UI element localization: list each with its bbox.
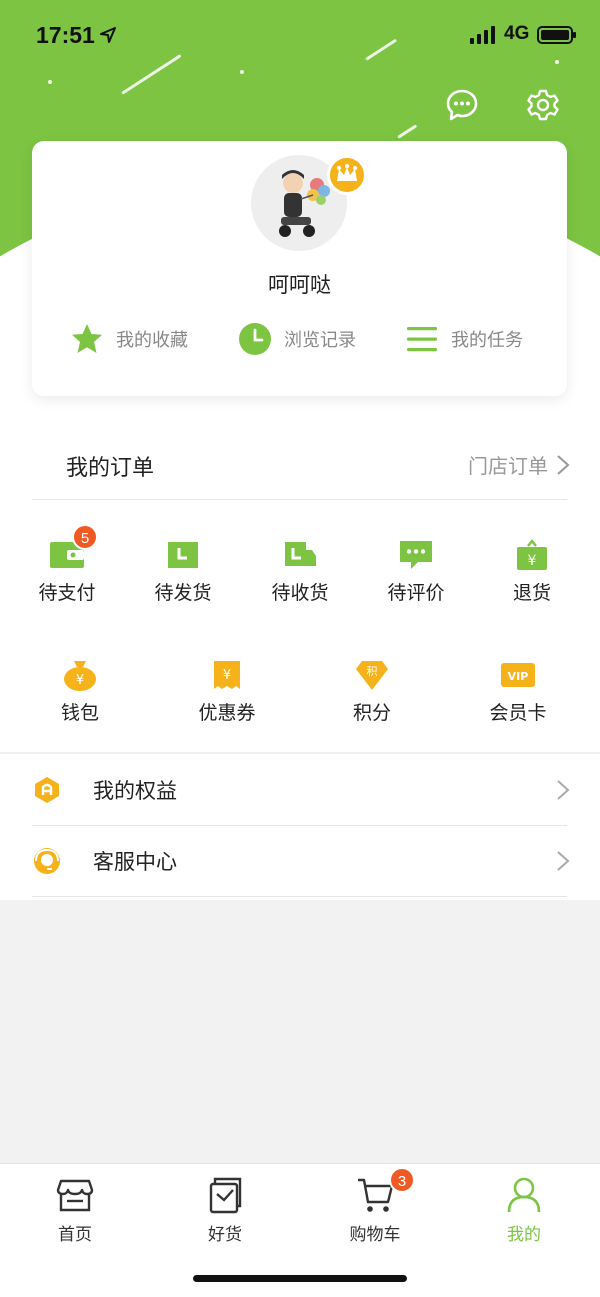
tab-cart-label: 购物车: [349, 1225, 401, 1245]
money-bag-icon: ¥: [64, 661, 96, 691]
tab-home-label: 首页: [58, 1225, 92, 1245]
returns-label: 退货: [512, 582, 551, 604]
chevron-right-icon: [557, 454, 570, 475]
vip-card-entry[interactable]: VIP 会员卡: [468, 658, 568, 725]
points-entry[interactable]: 积 积分: [322, 658, 422, 725]
svg-text:积: 积: [367, 665, 378, 678]
my-benefits-label: 我的权益: [93, 779, 177, 803]
status-bar: 17:51 4G: [0, 0, 600, 72]
benefits-icon: [35, 777, 59, 803]
network-type: 4G: [504, 23, 530, 44]
tab-profile[interactable]: 我的: [464, 1176, 584, 1245]
pending-payment-label: 待支付: [38, 582, 96, 604]
chevron-right-icon: [557, 780, 570, 800]
store-orders-link[interactable]: 门店订单: [468, 450, 570, 479]
my-orders-header: 我的订单 门店订单: [0, 430, 600, 500]
store-orders-label: 门店订单: [468, 454, 548, 478]
my-benefits-row[interactable]: 我的权益: [0, 755, 600, 825]
divider: [32, 499, 567, 500]
decorative-star: [48, 80, 52, 84]
goods-icon: [209, 1177, 242, 1214]
cellular-signal-icon: [470, 26, 495, 44]
customer-service-label: 客服中心: [93, 850, 177, 874]
decorative-streak: [397, 124, 418, 139]
pending-review-label: 待评价: [387, 582, 445, 604]
vip-card-icon: VIP: [501, 663, 535, 687]
tab-profile-label: 我的: [507, 1225, 541, 1245]
settings-gear-icon[interactable]: [526, 88, 560, 122]
tab-cart[interactable]: 购物车: [315, 1176, 435, 1245]
svg-text:¥: ¥: [76, 673, 84, 688]
vip-card-label: 会员卡: [489, 702, 547, 724]
tasks-link[interactable]: 我的任务: [405, 319, 523, 359]
wallet-label: 钱包: [60, 702, 99, 724]
section-separator: [0, 752, 600, 754]
profile-icon: [507, 1177, 541, 1213]
order-pending-receipt[interactable]: 待收货: [250, 538, 350, 605]
order-pending-payment[interactable]: 待支付: [17, 538, 117, 605]
clock-icon: [239, 323, 271, 355]
pending-shipment-label: 待发货: [154, 582, 212, 604]
battery-icon: [537, 26, 576, 44]
points-label: 积分: [352, 702, 391, 724]
tab-home[interactable]: 首页: [15, 1176, 135, 1245]
svg-text:VIP: VIP: [508, 670, 529, 683]
pending-payment-badge: 5: [72, 524, 98, 550]
chevron-right-icon: [557, 851, 570, 871]
store-icon: [56, 1179, 94, 1212]
svg-text:¥: ¥: [528, 553, 537, 569]
svg-text:¥: ¥: [223, 668, 231, 683]
status-time: 17:51: [36, 22, 95, 48]
home-indicator: [193, 1275, 407, 1282]
username: 呵呵哒: [268, 273, 331, 297]
comment-icon: [400, 541, 432, 569]
favorites-label: 我的收藏: [116, 330, 188, 351]
profile-screen: 17:51 4G 呵呵哒 我的收藏 浏览记录 我的任务 我的订单 门店订单 待支…: [0, 0, 600, 1297]
history-label: 浏览记录: [284, 330, 356, 351]
list-icon: [407, 327, 437, 352]
divider: [32, 896, 567, 897]
coupon-entry[interactable]: ¥ 优惠券: [177, 658, 277, 725]
order-pending-review[interactable]: 待评价: [366, 538, 466, 605]
tab-goods[interactable]: 好货: [165, 1176, 285, 1245]
history-link[interactable]: 浏览记录: [238, 319, 356, 359]
vip-crown-badge: [327, 155, 367, 195]
my-orders-title: 我的订单: [66, 456, 155, 481]
tab-goods-label: 好货: [208, 1225, 242, 1245]
coupon-icon: ¥: [214, 661, 240, 689]
profile-card: 呵呵哒 我的收藏 浏览记录 我的任务: [32, 141, 567, 396]
coupon-label: 优惠券: [198, 702, 256, 724]
customer-service-row[interactable]: 客服中心: [0, 826, 600, 896]
favorites-link[interactable]: 我的收藏: [70, 319, 188, 359]
tasks-label: 我的任务: [451, 330, 523, 351]
truck-icon: [285, 542, 316, 566]
star-icon: [72, 324, 102, 353]
points-icon: 积: [356, 661, 388, 690]
cart-count-badge: 3: [389, 1167, 415, 1193]
refund-icon: ¥: [517, 538, 547, 570]
box-icon: [168, 542, 198, 568]
crown-icon: [337, 164, 357, 181]
location-arrow-icon: [100, 27, 116, 43]
message-icon[interactable]: [445, 88, 479, 122]
wallet-entry[interactable]: ¥ 钱包: [30, 658, 130, 725]
customer-service-icon: [34, 848, 60, 874]
pending-receipt-label: 待收货: [271, 582, 329, 604]
order-returns[interactable]: ¥ 退货: [482, 538, 582, 605]
order-pending-shipment[interactable]: 待发货: [133, 538, 233, 605]
